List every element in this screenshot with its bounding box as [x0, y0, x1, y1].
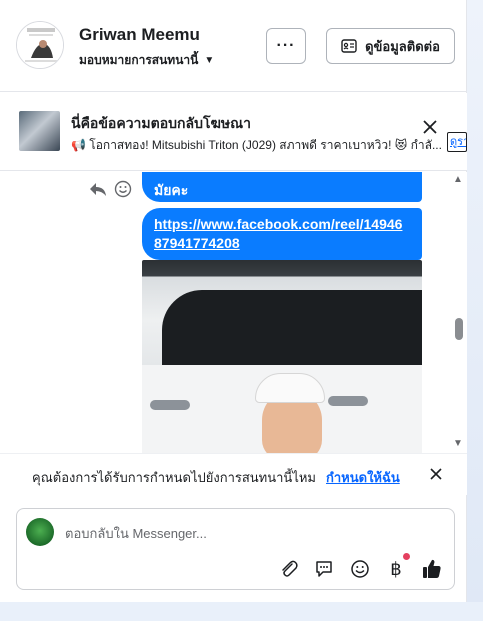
baht-icon: ฿: [390, 558, 402, 580]
close-icon[interactable]: [428, 466, 444, 482]
contact-name[interactable]: Griwan Meemu: [79, 25, 200, 45]
message-thread: มัยคะ https://www.facebook.com/reel/1494…: [0, 172, 467, 453]
bottom-strip: [0, 602, 483, 621]
view-ad-link[interactable]: ดูรา: [447, 132, 467, 152]
ad-reply-title: นี่คือข้อความตอบกลับโฆษณา: [71, 115, 251, 131]
ad-reply-text: 📢 โอกาสทอง! Mitsubishi Triton (J029) สภา…: [71, 138, 442, 152]
conversation-header: Griwan Meemu มอบหมายการสนทนานี้ ▼ ··· ดู…: [0, 0, 467, 92]
contact-info-label: ดูข้อมูลติดต่อ: [365, 38, 440, 54]
scroll-up-arrow-icon[interactable]: ▲: [453, 174, 463, 185]
conversation-panel: Griwan Meemu มอบหมายการสนทนานี้ ▼ ··· ดู…: [0, 0, 467, 602]
ad-thumbnail[interactable]: [19, 111, 60, 151]
message-bubble[interactable]: มัยคะ: [142, 172, 422, 202]
page-avatar: [26, 518, 54, 546]
reply-input[interactable]: [65, 523, 435, 543]
scrollbar-thumb[interactable]: [455, 318, 463, 340]
more-icon: ···: [276, 37, 296, 54]
reply-icon[interactable]: [88, 180, 108, 198]
message-text: มัยคะ: [154, 182, 189, 198]
view-contact-info-button[interactable]: ดูข้อมูลติดต่อ: [326, 28, 455, 64]
chat-bubble-icon: [316, 561, 332, 577]
ad-reply-banner: นี่คือข้อความตอบกลับโฆษณา 📢 โอกาสทอง! Mi…: [0, 93, 467, 171]
assign-label: มอบหมายการสนทนานี้: [79, 53, 199, 67]
assign-conversation-dropdown[interactable]: มอบหมายการสนทนานี้ ▼: [79, 51, 214, 70]
close-icon[interactable]: [421, 118, 439, 136]
emoji-button[interactable]: [348, 557, 372, 581]
emoji-icon: [351, 560, 369, 578]
car-door-handle: [328, 396, 368, 406]
like-button[interactable]: [420, 557, 444, 581]
assign-to-me-link[interactable]: กำหนดให้ฉัน: [326, 467, 400, 488]
notification-dot: [403, 553, 410, 560]
attach-button[interactable]: [277, 557, 301, 581]
assign-reminder-bar: คุณต้องการได้รับการกำหนดไปยังการสนทนานี้…: [0, 453, 467, 495]
message-actions: [88, 180, 132, 198]
react-emoji-icon[interactable]: [114, 180, 132, 198]
contact-avatar-image: [17, 22, 63, 68]
contact-card-icon: [341, 39, 357, 53]
car-door-handle: [150, 400, 190, 410]
more-options-button[interactable]: ···: [266, 28, 306, 64]
thumbs-up-icon: [423, 559, 441, 578]
reel-video-preview[interactable]: [142, 260, 422, 453]
car-window-image: [162, 290, 422, 370]
saved-replies-button[interactable]: [312, 557, 336, 581]
scroll-down-arrow-icon[interactable]: ▼: [453, 438, 463, 449]
message-link-bubble[interactable]: https://www.facebook.com/reel/1494687941…: [142, 208, 422, 260]
person-cap-image: [255, 373, 325, 403]
page-background: [465, 0, 483, 621]
assign-reminder-text: คุณต้องการได้รับการกำหนดไปยังการสนทนานี้…: [32, 470, 316, 485]
paperclip-icon: [282, 560, 298, 577]
message-composer: ฿: [16, 508, 455, 590]
payment-button[interactable]: ฿: [384, 557, 408, 581]
contact-avatar[interactable]: [16, 21, 64, 69]
caret-down-icon: ▼: [204, 55, 215, 66]
